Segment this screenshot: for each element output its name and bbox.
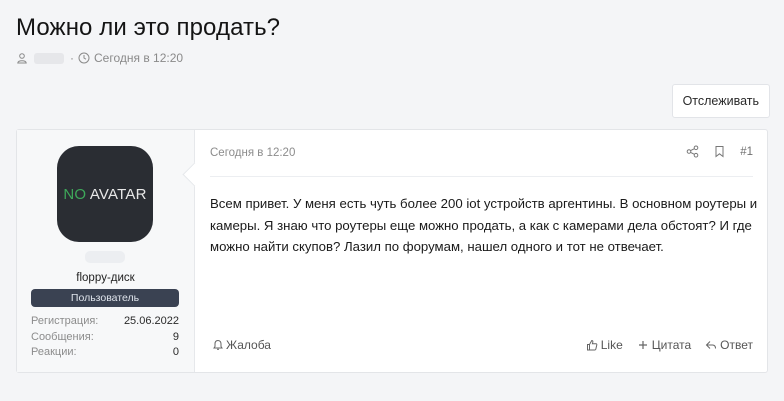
meta-separator: · [70,51,74,65]
clock-icon [78,52,90,64]
avatar-text-no: NO [63,185,87,203]
reply-icon [705,341,717,349]
bookmark-icon[interactable] [713,145,726,158]
share-icon[interactable] [686,145,699,158]
thread-date[interactable]: Сегодня в 12:20 [94,51,183,65]
stat-registration: Регистрация: 25.06.2022 [31,314,179,330]
avatar-text-avatar: AVATAR [86,185,147,203]
watch-button[interactable]: Отслеживать [671,84,770,118]
post-date[interactable]: Сегодня в 12:20 [210,147,295,159]
thread-meta: · Сегодня в 12:20 [16,51,183,65]
stat-value: 0 [172,346,179,358]
reply-button[interactable]: Ответ [705,338,753,352]
post-footer: Жалоба Like Цитата Ответ [210,338,753,354]
quote-button[interactable]: Цитата [637,338,691,352]
post: NO AVATAR floppy-диск Пользователь Регис… [16,129,768,373]
post-message: Всем привет. У меня есть чуть более 200 … [210,196,758,254]
post-tools: #1 [686,145,753,158]
post-divider [210,176,753,177]
like-button[interactable]: Like [586,338,623,352]
reply-label: Ответ [720,338,753,352]
stat-reactions: Реакции: 0 [31,345,179,361]
page-title: Можно ли это продать? [16,14,281,41]
stat-label: Сообщения: [31,330,94,343]
user-icon [17,53,27,64]
username[interactable]: floppy-диск [17,272,194,284]
thumbs-up-icon [586,339,598,351]
post-user-panel: NO AVATAR floppy-диск Пользователь Регис… [17,130,195,372]
report-label: Жалоба [226,338,271,352]
stat-value: 25.06.2022 [123,315,179,327]
user-stats: Регистрация: 25.06.2022 Сообщения: 9 Реа… [31,314,179,361]
avatar[interactable]: NO AVATAR [57,146,153,242]
plus-icon [638,341,647,349]
report-link[interactable]: Жалоба [212,338,271,352]
user-title-badge: Пользователь [31,289,179,307]
stat-value: 9 [172,330,179,343]
author-name-blurred[interactable] [34,52,64,64]
stat-label: Регистрация: [31,315,99,327]
post-actions: Like Цитата Ответ [586,338,753,352]
post-body: Сегодня в 12:20 #1 Всем привет. У меня е… [210,130,757,372]
bell-icon [213,339,223,350]
stat-messages: Сообщения: 9 [31,330,179,346]
quote-label: Цитата [651,338,692,352]
stat-label: Реакции: [31,346,77,358]
like-label: Like [600,338,623,352]
post-number[interactable]: #1 [740,146,753,158]
username-blurred [85,251,125,263]
